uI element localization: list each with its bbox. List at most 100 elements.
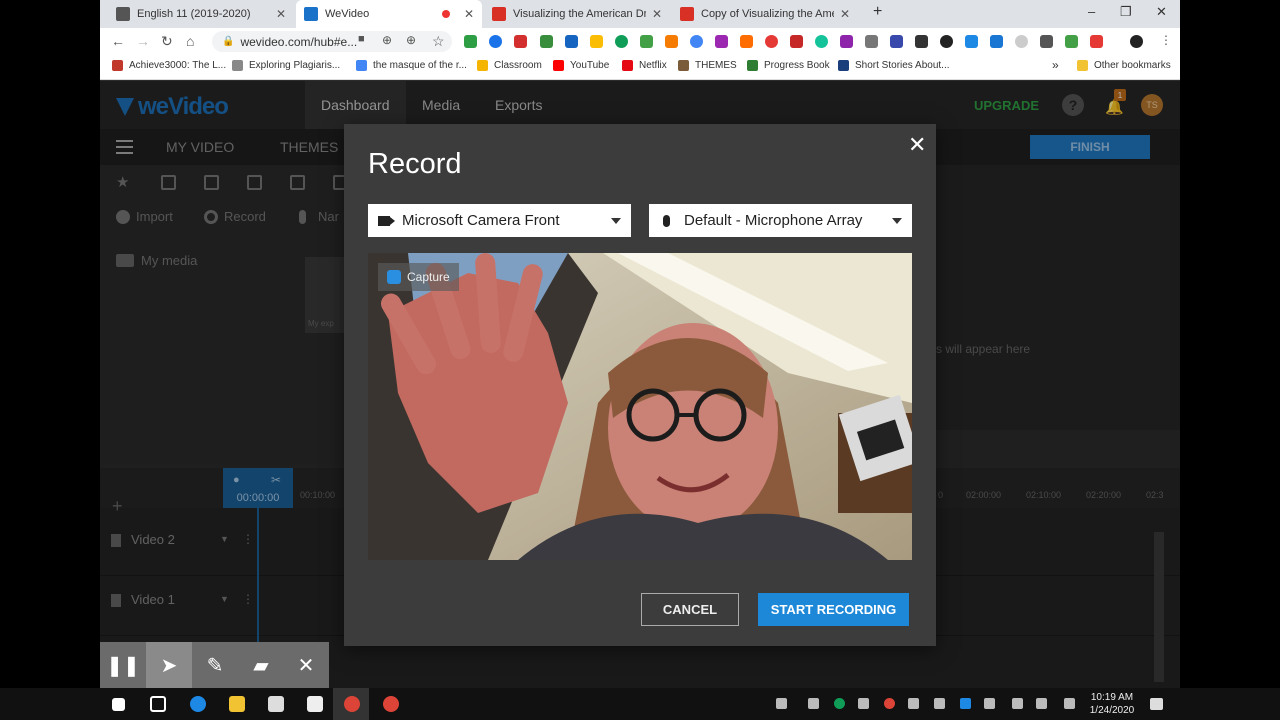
volume-icon[interactable] [1036,698,1047,709]
bookmark-icon [747,60,758,71]
circle-extension-icon[interactable] [940,35,953,48]
tab-english[interactable]: English 11 (2019-2020) ✕ [108,0,294,28]
store-icon[interactable] [268,696,284,712]
extension-green-icon[interactable] [540,35,553,48]
system-clock[interactable]: 10:19 AM 1/24/2020 [1082,691,1142,717]
tab-close-icon[interactable]: ✕ [840,7,850,21]
bluetooth-icon[interactable] [960,698,971,709]
extension-blue-icon[interactable] [565,35,578,48]
close-dialog-icon[interactable]: ✕ [908,132,926,158]
zoom-icon[interactable]: ⊕ [406,33,416,47]
pointer-icon[interactable]: ➤ [146,642,192,688]
extension-badge-icon[interactable] [790,35,803,48]
heart-extension-icon[interactable] [1090,35,1103,48]
tab-favicon-icon [116,7,130,21]
bookmark-progress-book[interactable]: Progress Book [747,60,830,71]
tab-copy-visualizing[interactable]: Copy of Visualizing the American ✕ [672,0,858,28]
forward-arrow-icon[interactable]: → [136,33,150,49]
onedrive-icon[interactable] [908,698,919,709]
tray-chrome-icon[interactable] [884,698,895,709]
camera-icon [378,215,395,226]
bookmark-netflix[interactable]: Netflix [622,60,667,71]
extension-circle-icon[interactable] [690,35,703,48]
profile-avatar-icon[interactable] [1130,35,1143,48]
checkmark-icon[interactable] [640,35,653,48]
new-badge-icon[interactable] [740,35,753,48]
pause-icon[interactable]: ❚❚ [100,642,146,688]
camera-select[interactable]: Microsoft Camera Front [368,204,631,237]
file-explorer-icon[interactable] [229,696,245,712]
bookmark-classroom[interactable]: Classroom [477,60,542,71]
task-view-icon[interactable] [150,696,166,712]
webcam-feed-image [368,253,912,560]
pen-icon[interactable]: ✎ [192,642,238,688]
lock-icon: 🔒 [222,36,235,47]
minimize-button[interactable]: – [1088,4,1095,19]
bookmark-achieve[interactable]: Achieve3000: The L... [112,60,226,71]
bookmark-themes[interactable]: THEMES [678,60,737,71]
tray-app-icon[interactable] [808,698,819,709]
tray-icon[interactable] [858,698,869,709]
evernote-icon[interactable] [464,35,477,48]
tab-wevideo[interactable]: WeVideo ✕ [296,0,482,28]
bookmark-plagiarism[interactable]: Exploring Plagiaris... [232,60,340,71]
windows-start-icon[interactable] [112,698,125,711]
extension-orange-icon[interactable] [665,35,678,48]
cloud-extension-icon[interactable] [1015,35,1028,48]
bookmark-youtube[interactable]: YouTube [553,60,609,71]
grammarly-icon[interactable] [815,35,828,48]
tab-close-icon[interactable]: ✕ [464,7,474,21]
maximize-button[interactable]: ❐ [1120,4,1132,20]
mail-icon[interactable] [307,696,323,712]
screencastify-icon[interactable] [965,35,978,48]
new-tab-button[interactable]: + [873,3,882,21]
pen-extension-icon[interactable] [840,35,853,48]
close-window-button[interactable]: ✕ [1156,4,1167,20]
bookmark-icon [678,60,689,71]
tab-close-icon[interactable]: ✕ [276,7,286,21]
tray-green-icon[interactable] [834,698,845,709]
start-recording-button[interactable]: START RECORDING [758,593,909,626]
drive-icon[interactable] [590,35,603,48]
bookmark-masque[interactable]: the masque of the r... [356,60,467,71]
ae-extension-icon[interactable] [915,35,928,48]
back-arrow-icon[interactable]: ← [111,33,125,49]
gear-extension-icon[interactable] [865,35,878,48]
tab-visualizing[interactable]: Visualizing the American Dream ✕ [484,0,670,28]
tray-icon[interactable] [934,698,945,709]
extension-purple-icon[interactable] [715,35,728,48]
camera-permission-icon[interactable]: ■ [358,33,365,45]
tab-bar: English 11 (2019-2020) ✕ WeVideo ✕ Visua… [100,0,1180,28]
people-icon[interactable] [776,698,787,709]
bookmarks-overflow-button[interactable]: » [1052,58,1059,72]
microphone-select[interactable]: Default - Microphone Array [649,204,912,237]
bookmark-short-stories[interactable]: Short Stories About... [838,60,950,71]
extension-navy-icon[interactable] [890,35,903,48]
netflix-icon [622,60,633,71]
d-extension-icon[interactable] [990,35,1003,48]
chrome-icon[interactable] [383,696,399,712]
pen-tray-icon[interactable] [1064,698,1075,709]
note-extension-icon[interactable] [1065,35,1078,48]
extension-red-icon[interactable] [514,35,527,48]
chrome-icon[interactable] [344,696,360,712]
edge-icon[interactable] [190,696,206,712]
add-icon[interactable]: ⊕ [382,33,392,47]
bookmark-star-icon[interactable]: ☆ [432,33,445,50]
wifi-icon[interactable] [1012,698,1023,709]
play-extension-icon[interactable] [489,35,502,48]
menu-kebab-icon[interactable]: ⋮ [1160,33,1172,47]
other-bookmarks[interactable]: Other bookmarks [1077,60,1171,71]
notification-center-icon[interactable] [1150,698,1163,710]
extension-teal-icon[interactable] [615,35,628,48]
extension-dots-icon[interactable] [765,35,778,48]
tab-close-icon[interactable]: ✕ [652,7,662,21]
cancel-button[interactable]: CANCEL [641,593,739,626]
reload-icon[interactable]: ↻ [161,33,173,50]
microphone-icon [663,214,670,227]
close-toolbar-icon[interactable]: ✕ [283,642,329,688]
highlighter-icon[interactable]: ▰ [238,642,284,688]
shield-extension-icon[interactable] [1040,35,1053,48]
tray-icon[interactable] [984,698,995,709]
home-icon[interactable]: ⌂ [186,33,194,49]
